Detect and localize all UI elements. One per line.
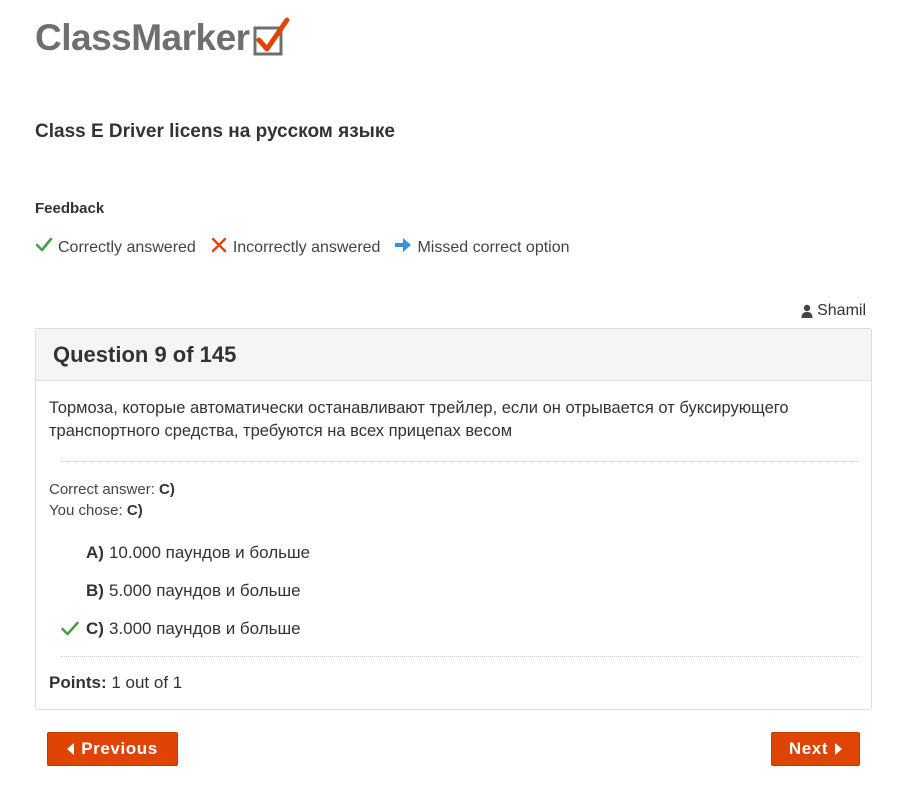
question-header: Question 9 of 145 [36, 329, 871, 381]
checkbox-check-icon [253, 17, 290, 56]
option-b: B) 5.000 паундов и больше [61, 572, 310, 610]
points-value: 1 out of 1 [111, 673, 183, 692]
correct-answer-value: C) [159, 481, 175, 498]
points-label: Points: [49, 673, 107, 692]
cross-icon [211, 237, 227, 253]
option-c: C) 3.000 паундов и больше [61, 610, 310, 648]
classmarker-logo: ClassMarker [35, 16, 290, 60]
legend-incorrect: Incorrectly answered [210, 237, 381, 257]
next-label: Next [788, 739, 829, 758]
option-text: 5.000 паундов и больше [108, 581, 301, 600]
legend-correct: Correctly answered [35, 237, 196, 257]
feedback-heading: Feedback [35, 200, 105, 217]
user-name: Shamil [817, 302, 866, 319]
option-a: A) 10.000 паундов и больше [61, 534, 310, 572]
you-chose-value: C) [126, 502, 143, 519]
caret-right-icon [835, 743, 843, 755]
user-badge: Shamil [801, 302, 866, 320]
logo-text: ClassMarker [35, 17, 250, 58]
question-text: Тормоза, которые автоматически останавли… [49, 399, 789, 440]
points-summary: Points: 1 out of 1 [49, 673, 182, 693]
legend-missed-label: Missed correct option [417, 239, 570, 256]
you-chose-line: You chose: C) [49, 500, 175, 521]
arrow-right-icon [395, 238, 412, 252]
previous-button[interactable]: Previous [47, 732, 178, 766]
option-letter: A) [86, 543, 104, 562]
question-number: Question 9 of 145 [53, 341, 237, 367]
divider [61, 461, 859, 462]
legend-correct-label: Correctly answered [58, 239, 196, 256]
previous-label: Previous [81, 739, 158, 758]
quiz-title: Class E Driver licens на русском языке [35, 121, 395, 142]
correct-answer-label: Correct answer: [49, 481, 155, 498]
answer-summary: Correct answer: C) You chose: C) [49, 479, 175, 521]
legend-incorrect-label: Incorrectly answered [232, 239, 381, 256]
user-icon [801, 304, 813, 318]
feedback-legend: Correctly answered Incorrectly answered … [35, 237, 584, 257]
divider [61, 656, 859, 657]
caret-left-icon [67, 743, 75, 755]
question-panel: Question 9 of 145 Тормоза, которые автом… [35, 328, 872, 710]
legend-missed: Missed correct option [394, 238, 570, 257]
answer-options: A) 10.000 паундов и больше B) 5.000 паун… [61, 534, 310, 648]
correct-answer-line: Correct answer: C) [49, 479, 175, 500]
option-letter: B) [86, 581, 104, 600]
check-icon [61, 621, 79, 636]
option-text: 10.000 паундов и больше [108, 543, 311, 562]
option-text: 3.000 паундов и больше [108, 619, 301, 638]
option-letter: C) [86, 619, 104, 638]
you-chose-label: You chose: [49, 502, 123, 519]
next-button[interactable]: Next [771, 732, 860, 766]
check-icon [35, 237, 53, 252]
